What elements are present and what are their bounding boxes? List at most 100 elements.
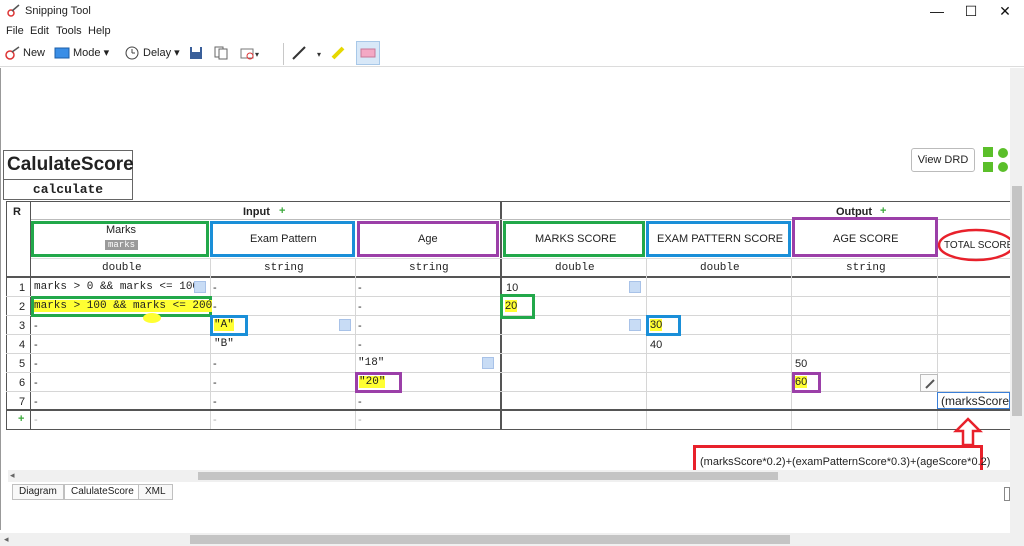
marks-cell[interactable]: - bbox=[34, 396, 38, 408]
tab-calulatescore[interactable]: CalulateScore bbox=[64, 484, 141, 500]
age-type: string bbox=[409, 262, 449, 274]
copy-icon[interactable] bbox=[214, 46, 228, 60]
age-cell[interactable]: - bbox=[358, 282, 362, 294]
exam-pattern-cell[interactable]: - bbox=[213, 414, 217, 426]
add-output-button[interactable]: + bbox=[880, 205, 886, 217]
exam-pattern-score-cell[interactable]: 30 bbox=[650, 319, 663, 331]
formula-text: (marksScore*0.2)+(examPatternScore*0.3)+… bbox=[700, 456, 991, 468]
vertical-scrollbar[interactable] bbox=[1010, 68, 1024, 546]
total-score-label[interactable]: TOTAL SCORE bbox=[944, 240, 1013, 251]
tab-xml[interactable]: XML bbox=[138, 484, 173, 500]
age-cell[interactable]: "20" bbox=[359, 376, 386, 388]
new-snip-icon bbox=[5, 46, 20, 60]
document-icon[interactable] bbox=[194, 281, 206, 293]
age-cell[interactable]: "18" bbox=[358, 357, 384, 369]
add-input-button[interactable]: + bbox=[279, 205, 285, 217]
title-bar: Snipping Tool — ☐ ✕ bbox=[0, 0, 1024, 23]
menu-file[interactable]: File bbox=[6, 25, 24, 37]
menu-edit[interactable]: Edit bbox=[30, 25, 49, 37]
new-button[interactable]: New bbox=[4, 43, 45, 63]
total-score-input[interactable]: (marksScore*0 bbox=[941, 394, 1009, 408]
exam-pattern-cell[interactable]: - bbox=[213, 301, 217, 313]
marks-cell[interactable]: - bbox=[34, 377, 38, 389]
exam-pattern-type: string bbox=[264, 262, 304, 274]
send-snip-icon[interactable]: ▾ bbox=[240, 46, 262, 60]
age-score-cell[interactable]: 60 bbox=[795, 376, 808, 388]
hit-policy[interactable]: calculate bbox=[3, 180, 133, 200]
document-icon[interactable] bbox=[629, 281, 641, 293]
exam-pattern-cell[interactable]: "A" bbox=[214, 319, 234, 331]
exam-pattern-cell[interactable]: - bbox=[213, 396, 217, 408]
minimize-button[interactable]: — bbox=[920, 0, 954, 23]
marks-cell[interactable]: - bbox=[34, 414, 38, 426]
menu-help[interactable]: Help bbox=[88, 25, 111, 37]
row-number: 4 bbox=[19, 339, 26, 351]
delay-button[interactable]: Delay ▾ bbox=[124, 43, 180, 63]
document-icon[interactable] bbox=[629, 319, 641, 331]
document-icon[interactable] bbox=[482, 357, 494, 369]
marks-cell[interactable]: - bbox=[34, 358, 38, 370]
input-header: Input bbox=[243, 206, 270, 218]
exam-pattern-cell[interactable]: "B" bbox=[214, 338, 234, 350]
total-score-editor[interactable]: (marksScore*0 bbox=[937, 392, 1010, 409]
toolbar-separator bbox=[283, 43, 284, 65]
age-cell[interactable]: - bbox=[358, 339, 362, 351]
age-cell[interactable]: - bbox=[358, 396, 362, 408]
age-cell[interactable]: - bbox=[358, 414, 362, 426]
svg-text:▾: ▾ bbox=[317, 50, 321, 59]
highlighter-icon[interactable] bbox=[330, 45, 346, 61]
exam-pattern-cell[interactable]: - bbox=[213, 358, 217, 370]
maximize-button[interactable]: ☐ bbox=[954, 0, 988, 23]
scroll-left-icon[interactable]: ◂ bbox=[10, 470, 15, 481]
horizontal-scrollbar[interactable]: ◂ bbox=[8, 470, 1010, 482]
exam-pattern-score-cell[interactable]: 40 bbox=[650, 339, 662, 351]
row-number: 6 bbox=[19, 377, 26, 389]
scrollbar-thumb[interactable] bbox=[1012, 186, 1022, 416]
marks-type: double bbox=[102, 262, 142, 274]
view-drd-button[interactable]: View DRD bbox=[911, 148, 975, 172]
chevron-down-icon: ▾ bbox=[100, 47, 110, 59]
up-arrow-annotation-icon bbox=[953, 417, 983, 447]
eraser-button[interactable] bbox=[356, 41, 380, 65]
marks-score-cell[interactable]: 20 bbox=[505, 300, 518, 312]
exam-pattern-score-type: double bbox=[700, 262, 740, 274]
marks-cell[interactable]: - bbox=[34, 320, 38, 332]
highlighter-mark bbox=[143, 313, 161, 323]
tab-diagram[interactable]: Diagram bbox=[12, 484, 64, 500]
marks-expression-badge: marks bbox=[105, 240, 139, 250]
row-number: 5 bbox=[19, 358, 26, 370]
scrollbar-thumb[interactable] bbox=[190, 535, 790, 544]
row-number: 7 bbox=[19, 396, 26, 408]
menu-bar: File Edit Tools Help bbox=[0, 23, 1024, 39]
edit-cell-button[interactable] bbox=[920, 374, 938, 392]
clock-icon bbox=[125, 46, 139, 60]
mode-label: Mode bbox=[73, 47, 101, 59]
pen-icon[interactable]: ▾ bbox=[291, 45, 327, 61]
document-icon[interactable] bbox=[339, 319, 351, 331]
exam-pattern-label: Exam Pattern bbox=[250, 233, 317, 245]
chevron-down-icon: ▾ bbox=[171, 47, 180, 59]
age-score-type: string bbox=[846, 262, 886, 274]
save-icon[interactable] bbox=[189, 46, 203, 60]
exam-pattern-cell[interactable]: - bbox=[213, 377, 217, 389]
row-number: 2 bbox=[19, 301, 26, 313]
age-score-cell[interactable]: 50 bbox=[795, 358, 807, 370]
mode-button[interactable]: Mode ▾ bbox=[54, 43, 109, 63]
menu-tools[interactable]: Tools bbox=[56, 25, 82, 37]
marks-score-cell[interactable]: 10 bbox=[506, 282, 518, 294]
snipping-tool-icon bbox=[7, 4, 20, 17]
drd-icon[interactable] bbox=[982, 146, 1010, 174]
row-number: 1 bbox=[19, 282, 26, 294]
age-cell[interactable]: - bbox=[358, 320, 362, 332]
close-button[interactable]: ✕ bbox=[988, 0, 1022, 23]
scroll-left-icon[interactable]: ◂ bbox=[4, 534, 9, 545]
marks-cell[interactable]: marks > 0 && marks <= 100 bbox=[34, 281, 199, 293]
add-rule-button[interactable]: + bbox=[18, 413, 24, 425]
marks-cell[interactable]: - bbox=[34, 339, 38, 351]
pencil-icon bbox=[925, 379, 935, 389]
bottom-scrollbar[interactable]: ◂ bbox=[0, 533, 1010, 546]
marks-cell[interactable]: marks > 100 && marks <= 200 bbox=[34, 300, 213, 312]
scrollbar-thumb[interactable] bbox=[198, 472, 778, 480]
exam-pattern-cell[interactable]: - bbox=[213, 282, 217, 294]
age-cell[interactable]: - bbox=[358, 301, 362, 313]
